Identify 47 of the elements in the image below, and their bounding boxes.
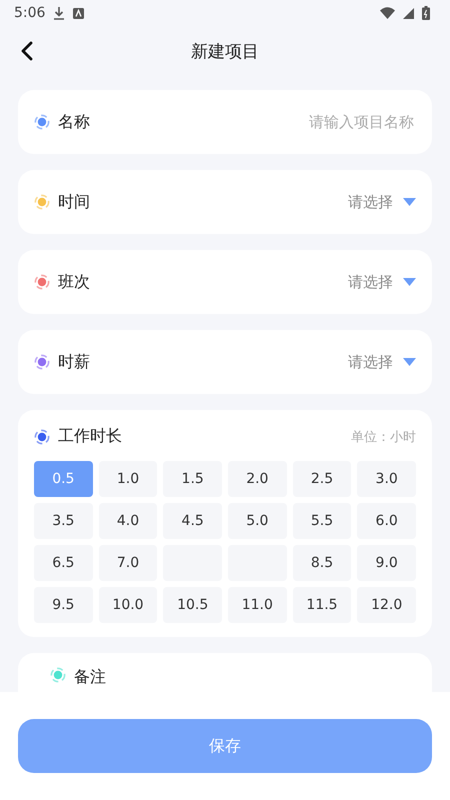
hour-option[interactable]: 8.5 <box>292 545 352 581</box>
form-row[interactable]: 名称 请输入项目名称 <box>18 90 432 154</box>
hour-option[interactable]: 7.0 <box>98 545 158 581</box>
select-placeholder: 请选择 <box>348 352 393 372</box>
hour-option[interactable]: 10.0 <box>98 587 158 623</box>
hour-option[interactable]: 1.5 <box>163 461 222 497</box>
caret-icon <box>403 198 416 206</box>
back-icon[interactable] <box>20 41 34 61</box>
field-label: 时间 <box>58 192 90 212</box>
caret-icon <box>403 358 416 366</box>
download-icon <box>53 6 66 20</box>
hour-option[interactable]: 4.0 <box>98 503 158 539</box>
hour-option[interactable]: 9.5 <box>34 587 93 623</box>
hour-option[interactable]: 6.5 <box>34 545 93 581</box>
signal-icon <box>403 8 414 18</box>
hour-option[interactable]: 12.0 <box>357 587 416 623</box>
hour-option[interactable]: 5.0 <box>228 503 287 539</box>
caret-icon <box>403 278 416 286</box>
hour-option[interactable]: 1.0 <box>98 461 158 497</box>
hour-option[interactable]: 10.5 <box>163 587 222 623</box>
field-label: 班次 <box>58 272 90 292</box>
unit-label: 单位：小时 <box>351 428 416 446</box>
field-label: 名称 <box>58 112 90 132</box>
hour-option[interactable]: 4.5 <box>163 503 222 539</box>
hour-option[interactable]: 11.0 <box>228 587 287 623</box>
section-label: 工作时长 <box>58 426 122 447</box>
hour-option[interactable]: 6.0 <box>357 503 416 539</box>
form-row[interactable]: 时间 请选择 <box>18 170 432 234</box>
wifi-icon <box>380 7 395 19</box>
status-time: 5:06 <box>14 5 46 21</box>
name-input[interactable]: 请输入项目名称 <box>272 112 416 132</box>
select-placeholder: 请选择 <box>348 192 393 212</box>
form-row[interactable]: 班次 请选择 <box>18 250 432 314</box>
page-title: 新建项目 <box>191 40 259 62</box>
hour-option[interactable]: 9.0 <box>357 545 416 581</box>
hour-option[interactable]: 11.5 <box>292 587 352 623</box>
form-row[interactable]: 时薪 请选择 <box>18 330 432 394</box>
note-label: 备注 <box>74 667 106 688</box>
battery-icon <box>422 6 430 20</box>
hour-option[interactable]: 3.5 <box>34 503 93 539</box>
hour-option[interactable]: 2.0 <box>228 461 287 497</box>
hour-option[interactable]: 3.0 <box>357 461 416 497</box>
select-placeholder: 请选择 <box>348 272 393 292</box>
hour-option[interactable]: 2.5 <box>292 461 352 497</box>
field-label: 时薪 <box>58 352 90 372</box>
hour-option[interactable]: 5.5 <box>292 503 352 539</box>
app-notification-icon <box>73 8 84 18</box>
